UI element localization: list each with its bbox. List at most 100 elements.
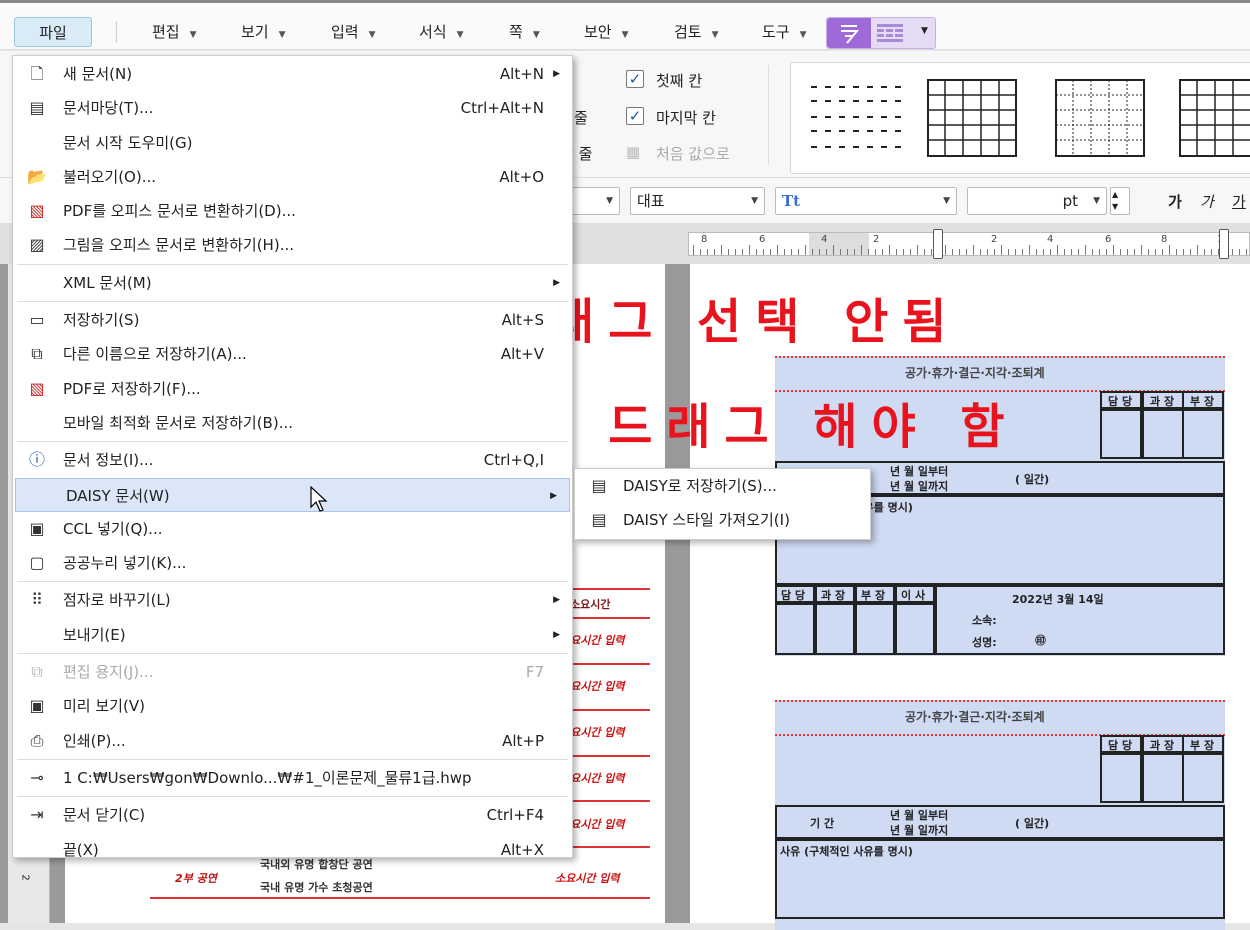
approver-label: 과 장 bbox=[1150, 395, 1175, 408]
right-indent-marker[interactable] bbox=[1219, 229, 1229, 259]
table-style-plain[interactable] bbox=[807, 79, 913, 157]
menu-item-daisy-import-1[interactable]: ▤ DAISY 스타일 가져오기(I) bbox=[575, 503, 870, 537]
table-style-grid-bold[interactable] bbox=[1179, 79, 1250, 157]
menu-item-ccl-16[interactable]: ▣ CCL 넣기(Q)... bbox=[13, 512, 572, 546]
menu-item-shortcut: F7 bbox=[525, 663, 544, 682]
table-layout-icon[interactable] bbox=[877, 24, 903, 46]
folder-open-icon: 📂 bbox=[27, 166, 47, 186]
menu-item-item-12[interactable]: 모바일 최적화 문서로 저장하기(B)... bbox=[13, 406, 572, 440]
menu-label: 쪽 bbox=[509, 23, 523, 41]
table-design-toggle[interactable]: ▼ bbox=[826, 17, 936, 49]
ruler-tick bbox=[784, 249, 785, 255]
ruler-tick bbox=[868, 249, 869, 255]
ruler-tick-label: 8 bbox=[1161, 234, 1168, 245]
table-cell bbox=[1142, 753, 1184, 803]
menu-item-shortcut: Alt+V bbox=[500, 345, 544, 364]
menu-item-label: 저장하기(S) bbox=[63, 311, 140, 330]
menu-item-braille-19[interactable]: ⠿ 점자로 바꾸기(L) ▶ bbox=[13, 583, 572, 617]
chevron-down-icon: ▼ bbox=[456, 30, 464, 40]
horizontal-ruler[interactable]: 8642246810 bbox=[688, 229, 1250, 259]
menu-item-save-9[interactable]: ▭ 저장하기(S) Alt+S bbox=[13, 303, 572, 337]
menu-separator bbox=[17, 441, 568, 443]
menu-separator bbox=[17, 301, 568, 303]
menu-item-label: PDF로 저장하기(F)... bbox=[63, 379, 201, 398]
approver-label: 부 장 bbox=[1190, 395, 1215, 408]
menu-item-shortcut: Alt+O bbox=[499, 167, 544, 186]
ruler-tick-label: 8 bbox=[701, 234, 708, 245]
cell-border bbox=[775, 700, 1225, 702]
chevron-down-icon: ▼ bbox=[189, 30, 197, 40]
menu-item-pdf-save-11[interactable]: ▧ PDF로 저장하기(F)... bbox=[13, 372, 572, 406]
menu-item-label: DAISY 문서(W) bbox=[66, 486, 170, 505]
menu-1[interactable]: 보기 ▼ bbox=[237, 17, 290, 47]
ruler-tick bbox=[1029, 245, 1030, 255]
menu-item-info-14[interactable]: ⓘ 문서 정보(I)... Ctrl+Q,I bbox=[13, 443, 572, 477]
ruler-tick bbox=[924, 249, 925, 255]
chevron-right-icon: ▶ bbox=[553, 277, 560, 288]
menu-separator bbox=[17, 581, 568, 583]
menu-4[interactable]: 쪽 ▼ bbox=[505, 17, 544, 47]
menu-label: 검토 bbox=[674, 23, 702, 41]
menu-item-pdf-4[interactable]: ▧ PDF를 오피스 문서로 변환하기(D)... bbox=[13, 194, 572, 228]
reset-icon: ▦ bbox=[626, 143, 641, 161]
divider bbox=[768, 65, 769, 165]
menu-item-page-setup-22: ⧉ 편집 용지(J)... F7 bbox=[13, 655, 572, 689]
menu-0[interactable]: 편집 ▼ bbox=[148, 17, 201, 47]
menu-item-folder-open-3[interactable]: 📂 불러오기(O)... Alt+O bbox=[13, 160, 572, 194]
menu-item-recent-key-26[interactable]: ⊸ 1 C:₩Users₩gon₩Downlo...₩#1_이론문제_물류1급.h… bbox=[13, 761, 572, 795]
approver-label: 담 당 bbox=[1108, 739, 1133, 752]
menu-item-preview-23[interactable]: ▣ 미리 보기(V) bbox=[13, 689, 572, 723]
ruler-tick bbox=[994, 249, 995, 255]
ruler-tick bbox=[1050, 249, 1051, 255]
menu-separator bbox=[17, 796, 568, 798]
ruler-tick bbox=[903, 249, 904, 255]
menu-file[interactable]: 파일 bbox=[14, 17, 92, 47]
reset-button[interactable]: 처음 값으로 bbox=[656, 143, 730, 164]
menu-item-item-29[interactable]: 끝(X) Alt+X bbox=[13, 833, 572, 867]
menu-item-daisy-save-0[interactable]: ▤ DAISY로 저장하기(S)... bbox=[575, 469, 870, 503]
menu-item-item-15[interactable]: DAISY 문서(W) ▶ bbox=[15, 477, 570, 512]
menu-2[interactable]: 입력 ▼ bbox=[327, 17, 380, 47]
menu-item-shortcut: Ctrl+Q,I bbox=[483, 451, 544, 470]
menu-7[interactable]: 도구 ▼ bbox=[758, 17, 811, 47]
font-size-input[interactable]: pt ▼ bbox=[967, 187, 1107, 215]
indent-marker[interactable] bbox=[933, 229, 943, 259]
table-style-grid-dotted[interactable] bbox=[1055, 79, 1161, 157]
preview-icon: ▣ bbox=[29, 696, 45, 716]
menu-5[interactable]: 보안 ▼ bbox=[580, 17, 633, 47]
save-icon: ▭ bbox=[29, 310, 45, 330]
menu-item-label: 문서 닫기(C) bbox=[63, 806, 146, 825]
menu-item-new-document-0[interactable]: 🗋 새 문서(N) Alt+N ▶ bbox=[13, 57, 572, 91]
last-column-checkbox[interactable]: ✓ bbox=[626, 107, 644, 125]
menu-item-printer-24[interactable]: ⎙ 인쇄(P)... Alt+P bbox=[13, 724, 572, 758]
table-style-grid[interactable] bbox=[927, 79, 1033, 157]
menu-item-label: DAISY로 저장하기(S)... bbox=[623, 477, 777, 495]
ruler-tick bbox=[1162, 249, 1163, 255]
font-size-stepper[interactable]: ▲ ▼ bbox=[1110, 187, 1130, 215]
ruler-tick bbox=[1015, 249, 1016, 255]
bold-button[interactable]: 가 bbox=[1168, 191, 1182, 212]
menu-item-close-document-28[interactable]: ⇥ 문서 닫기(C) Ctrl+F4 bbox=[13, 798, 572, 832]
menu-item-template-1[interactable]: ▤ 문서마당(T)... Ctrl+Alt+N bbox=[13, 91, 572, 125]
underline-button[interactable]: 가 bbox=[1232, 191, 1246, 212]
chevron-down-icon[interactable]: ▼ bbox=[921, 26, 928, 36]
italic-button[interactable]: 가 bbox=[1200, 191, 1214, 212]
font-dropdown[interactable]: Tt ▼ bbox=[775, 187, 957, 215]
table-cell bbox=[895, 603, 935, 655]
ruler-tick bbox=[1106, 249, 1107, 255]
table-design-icon[interactable] bbox=[827, 18, 871, 48]
menu-6[interactable]: 검토 ▼ bbox=[670, 17, 723, 47]
chevron-down-icon: ▼ bbox=[278, 30, 286, 40]
first-column-checkbox[interactable]: ✓ bbox=[626, 70, 644, 88]
font-language-dropdown[interactable]: 대표 ▼ bbox=[630, 187, 765, 215]
menu-item-save-as-10[interactable]: ⧉ 다른 이름으로 저장하기(A)... Alt+V bbox=[13, 337, 572, 371]
menu-item-item-2[interactable]: 문서 시작 도우미(G) bbox=[13, 126, 572, 160]
menu-item-open-license-17[interactable]: ▢ 공공누리 넣기(K)... bbox=[13, 546, 572, 580]
menu-item-item-20[interactable]: 보내기(E) ▶ bbox=[13, 618, 572, 652]
ruler-tick bbox=[1176, 249, 1177, 255]
menu-3[interactable]: 서식 ▼ bbox=[415, 17, 468, 47]
ruler-tick bbox=[1169, 245, 1170, 255]
menu-item-image-convert-5[interactable]: ▨ 그림을 오피스 문서로 변환하기(H)... bbox=[13, 228, 572, 262]
menu-item-label: DAISY 스타일 가져오기(I) bbox=[623, 511, 790, 530]
menu-item-item-7[interactable]: XML 문서(M) ▶ bbox=[13, 266, 572, 300]
